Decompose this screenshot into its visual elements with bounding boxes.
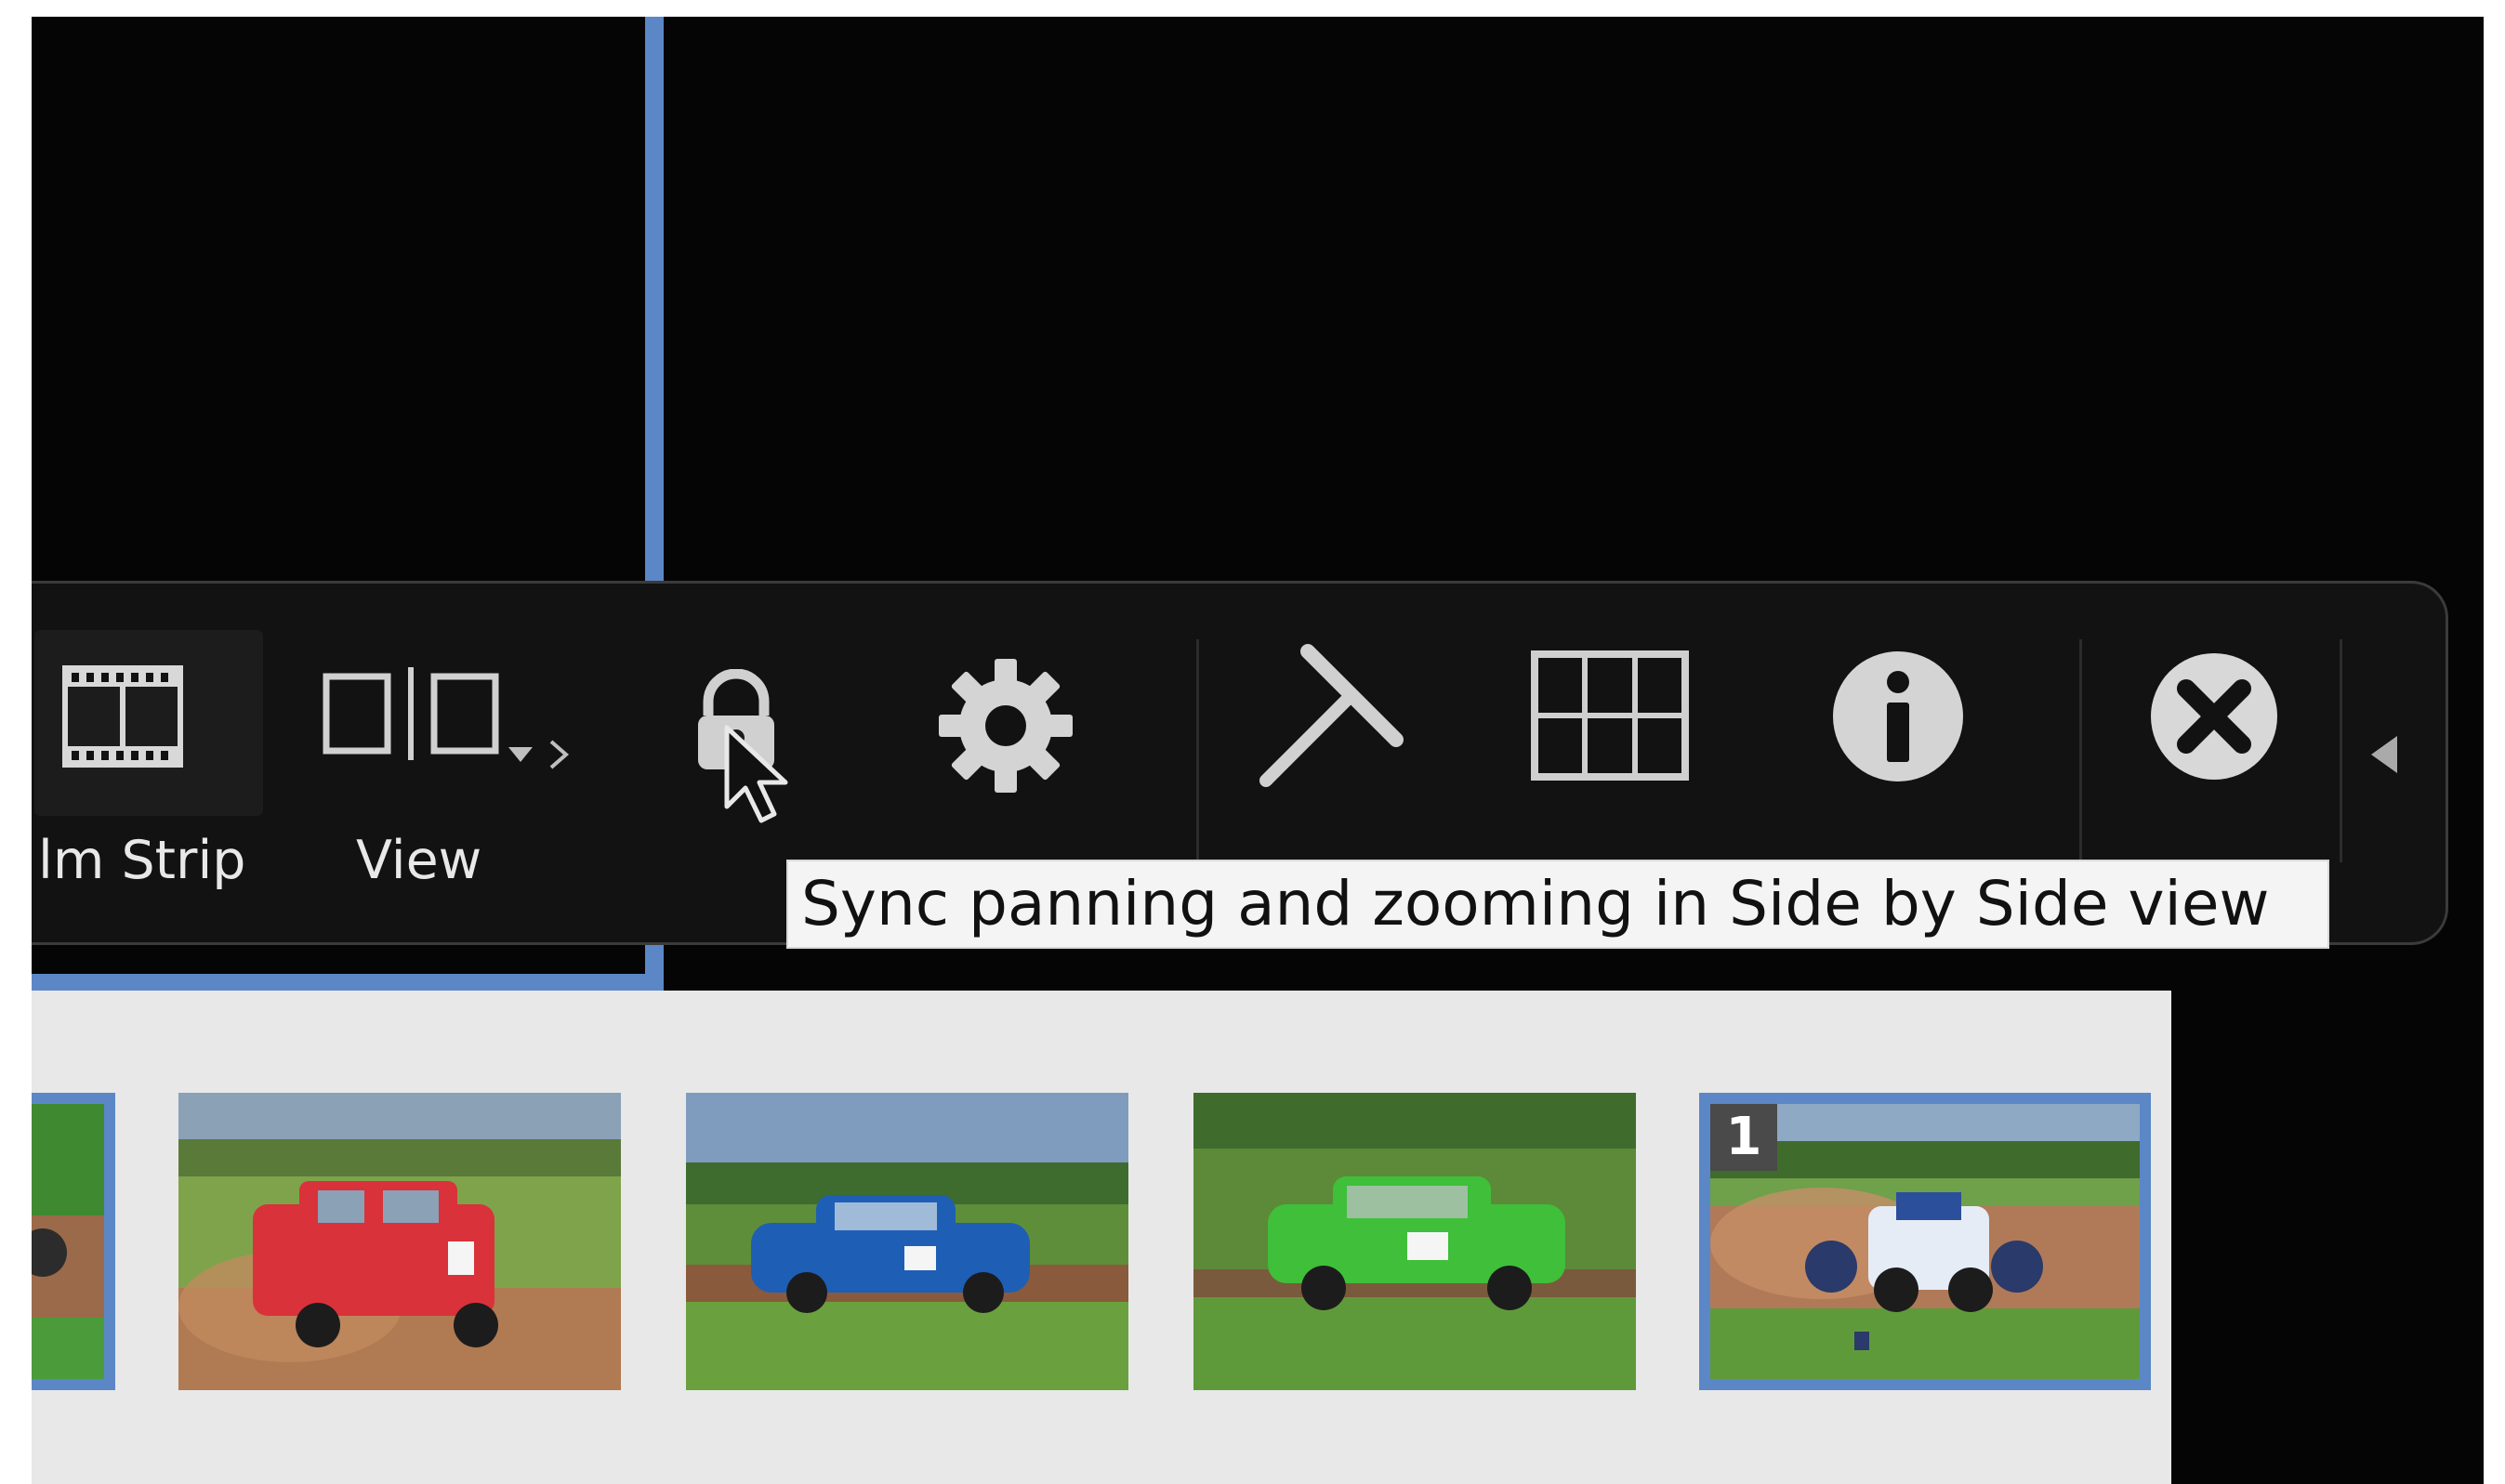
toolbar-separator bbox=[2340, 639, 2342, 862]
film-strip: 1 bbox=[32, 991, 2171, 1484]
thumbnail-blue-car[interactable] bbox=[686, 1093, 1128, 1390]
grid-icon bbox=[1531, 650, 1689, 781]
app-window: lm Strip View Sync panning and zooming i… bbox=[32, 17, 2484, 1484]
view-label: View bbox=[356, 830, 482, 891]
triangle-left-icon[interactable] bbox=[2367, 732, 2401, 777]
thumbnail-partial[interactable] bbox=[32, 1093, 115, 1390]
tooltip: Sync panning and zooming in Side by Side… bbox=[786, 860, 2329, 949]
chevron-right-icon[interactable] bbox=[547, 738, 572, 771]
side-by-side-view-icon bbox=[323, 667, 499, 760]
view-button[interactable]: View bbox=[304, 584, 601, 948]
film-strip-button[interactable] bbox=[34, 630, 263, 816]
squeegee-icon bbox=[1259, 644, 1404, 787]
thumbnail-number-badge: 1 bbox=[1710, 1104, 1777, 1171]
thumbnail-image bbox=[32, 1104, 104, 1379]
thumbnail-image bbox=[686, 1093, 1128, 1390]
info-icon bbox=[1833, 651, 1963, 781]
toolbar-separator bbox=[2079, 639, 2082, 862]
gear-icon bbox=[939, 659, 1073, 793]
thumbnail-green-car[interactable] bbox=[1193, 1093, 1636, 1390]
thumbnail-buggy[interactable]: 1 bbox=[1699, 1093, 2151, 1390]
close-icon bbox=[2151, 653, 2277, 780]
thumbnail-image bbox=[1193, 1093, 1636, 1390]
mouse-cursor-icon bbox=[724, 725, 788, 823]
film-strip-icon bbox=[62, 665, 183, 768]
thumbnail-red-car[interactable] bbox=[178, 1093, 621, 1390]
toolbar-separator bbox=[1196, 639, 1199, 862]
film-strip-label: lm Strip bbox=[38, 830, 246, 891]
chevron-down-icon[interactable] bbox=[507, 745, 534, 764]
thumbnail-image bbox=[178, 1093, 621, 1390]
